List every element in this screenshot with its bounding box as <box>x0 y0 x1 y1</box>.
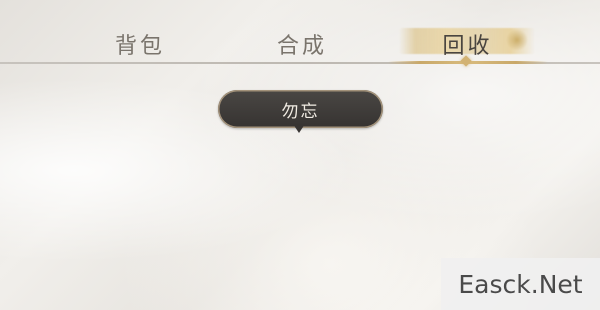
tab-bag-label: 背包 <box>114 34 165 59</box>
tab-recycle[interactable]: 回收 <box>395 24 540 64</box>
watermark-text: Easck.Net <box>458 269 583 299</box>
tab-bag[interactable]: 背包 <box>100 24 180 64</box>
tooltip-pointer <box>293 124 305 133</box>
tab-craft-label: 合成 <box>276 34 327 59</box>
tab-bar: 背包 合成 回收 <box>0 0 600 67</box>
tab-recycle-label: 回收 <box>442 34 493 59</box>
tab-craft[interactable]: 合成 <box>262 24 342 64</box>
watermark: Easck.Net <box>441 258 600 310</box>
forget-tooltip-label: 勿忘 <box>281 101 320 122</box>
forget-tooltip[interactable]: 勿忘 <box>218 90 383 128</box>
